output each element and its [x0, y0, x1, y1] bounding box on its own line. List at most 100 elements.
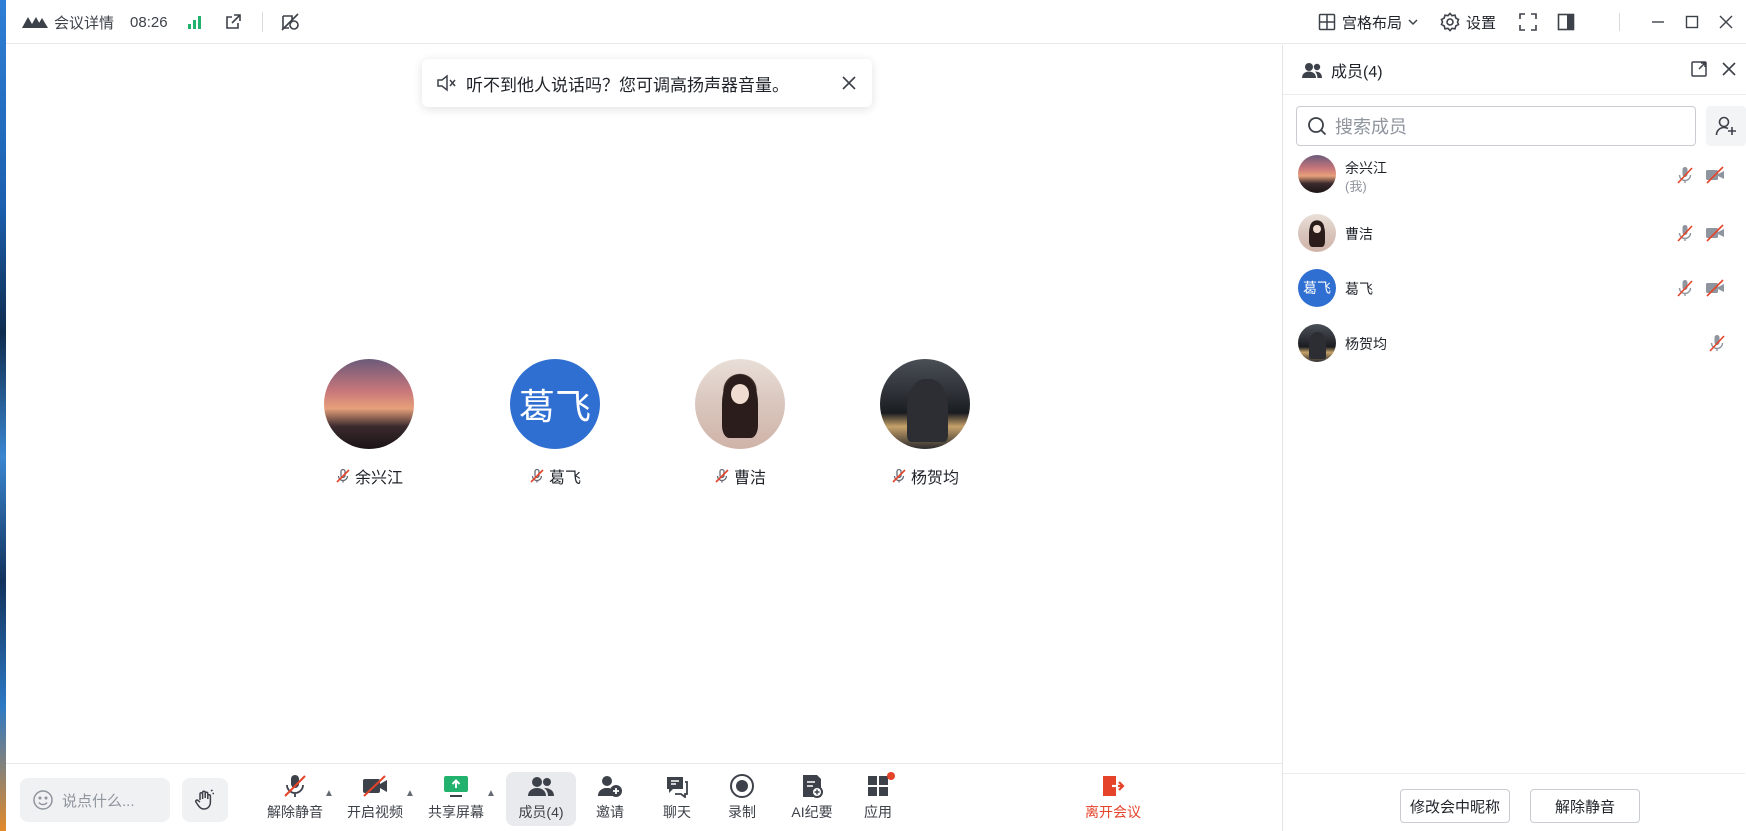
member-name: 余兴江 — [1345, 160, 1387, 176]
title-separator — [261, 12, 263, 32]
mic-muted-icon[interactable] — [1677, 279, 1693, 297]
video-options-caret[interactable]: ▲ — [405, 788, 415, 799]
raise-hand-icon — [195, 789, 214, 810]
members-icon — [528, 777, 554, 796]
panel-unmute-button[interactable]: 解除静音 — [1530, 789, 1640, 823]
participant-tile[interactable]: 杨贺均 — [855, 359, 995, 488]
meeting-toolbar: 说点什么... 解除静音 ▲ 开启视频 ▲ 共享屏幕 ▲ 成员(4) 邀请 聊天… — [6, 763, 1282, 831]
mic-muted-icon — [284, 775, 306, 797]
members-panel-title: 成员(4) — [1331, 63, 1383, 81]
chevron-down-icon — [1408, 19, 1418, 26]
participant-name: 曹洁 — [733, 470, 766, 487]
apps-label: 应用 — [864, 804, 892, 820]
member-row[interactable]: 曹洁 — [1283, 210, 1745, 265]
security-icon[interactable] — [279, 11, 301, 33]
participant-name: 葛飞 — [548, 470, 581, 487]
participant-label: 杨贺均 — [855, 464, 995, 488]
mic-muted-icon — [892, 468, 906, 483]
members-button[interactable]: 成员(4) — [506, 772, 576, 826]
title-bar-left: 会议详情 08:26 — [22, 0, 301, 44]
member-row[interactable]: 杨贺均 — [1283, 320, 1745, 375]
invite-label: 邀请 — [596, 804, 624, 820]
members-icon — [1302, 62, 1322, 78]
settings-button[interactable]: 设置 — [1440, 12, 1496, 33]
invite-button[interactable]: 邀请 — [584, 772, 636, 826]
audio-options-caret[interactable]: ▲ — [324, 788, 334, 799]
mic-muted-icon — [715, 468, 729, 483]
minimize-icon[interactable] — [1648, 12, 1668, 32]
meeting-details-link[interactable]: 会议详情 — [54, 12, 114, 33]
members-panel-footer: 修改会中昵称 解除静音 — [1283, 773, 1745, 831]
mic-muted-icon[interactable] — [1709, 334, 1725, 352]
apps-button[interactable]: 应用 — [852, 772, 904, 826]
leave-meeting-button[interactable]: 离开会议 — [1077, 772, 1149, 826]
ai-notes-button[interactable]: AI纪要 — [782, 772, 842, 826]
participant-name: 杨贺均 — [910, 470, 959, 487]
participant-label: 余兴江 — [299, 464, 439, 488]
signal-strength-icon[interactable] — [184, 11, 206, 33]
close-icon[interactable] — [840, 74, 858, 92]
share-options-caret[interactable]: ▲ — [486, 788, 496, 799]
member-search-row: 搜索成员 — [1296, 106, 1746, 146]
participant-label: 曹洁 — [670, 464, 810, 488]
gear-icon — [1440, 12, 1460, 32]
camera-off-icon[interactable] — [1705, 224, 1725, 242]
camera-off-icon[interactable] — [1705, 279, 1725, 297]
camera-off-icon — [363, 775, 387, 797]
member-row[interactable]: 余兴江 (我) — [1283, 155, 1745, 210]
speaker-muted-icon — [437, 74, 456, 92]
participant-grid: 余兴江 葛飞 葛飞 曹洁 杨贺均 — [6, 359, 1282, 489]
chat-button[interactable]: 聊天 — [651, 772, 703, 826]
title-bar-right: 宫格布局 设置 — [1318, 0, 1746, 44]
avatar: 葛飞 — [1298, 269, 1336, 307]
pin-divider — [1610, 12, 1630, 32]
layout-dropdown[interactable]: 宫格布局 — [1318, 12, 1418, 33]
avatar — [324, 359, 414, 449]
meeting-timer: 08:26 — [130, 13, 168, 31]
start-video-button[interactable]: 开启视频 — [344, 772, 406, 826]
volume-hint-toast: 听不到他人说话吗？您可调高扬声器音量。 — [422, 59, 872, 107]
add-member-button[interactable] — [1706, 106, 1746, 146]
camera-off-icon[interactable] — [1705, 166, 1725, 184]
share-screen-button[interactable]: 共享屏幕 — [425, 772, 487, 826]
avatar — [1298, 324, 1336, 362]
members-panel: 成员(4) 搜索成员 余兴江 (我) 曹洁 葛飞 葛飞 杨贺均 修改会中昵称 解… — [1282, 45, 1746, 831]
share-label: 共享屏幕 — [428, 804, 484, 820]
record-label: 录制 — [728, 804, 756, 820]
sidebar-toggle-icon[interactable] — [1556, 12, 1576, 32]
member-row[interactable]: 葛飞 葛飞 — [1283, 265, 1745, 320]
mic-muted-icon — [336, 468, 350, 483]
external-link-icon[interactable] — [222, 11, 244, 33]
apps-notification-dot — [887, 772, 895, 780]
avatar — [1298, 155, 1336, 193]
quick-chat-input[interactable]: 说点什么... — [20, 778, 170, 822]
fullscreen-icon[interactable] — [1518, 12, 1538, 32]
close-window-icon[interactable] — [1716, 12, 1736, 32]
member-list: 余兴江 (我) 曹洁 葛飞 葛飞 杨贺均 — [1283, 155, 1745, 375]
chat-label: 聊天 — [663, 804, 691, 820]
close-icon[interactable] — [1720, 60, 1738, 78]
participant-tile[interactable]: 余兴江 — [299, 359, 439, 488]
emoji-icon — [33, 790, 53, 810]
rename-button[interactable]: 修改会中昵称 — [1400, 789, 1510, 823]
popout-icon[interactable] — [1690, 60, 1708, 78]
unmute-button[interactable]: 解除静音 — [264, 772, 326, 826]
participant-tile[interactable]: 葛飞 葛飞 — [485, 359, 625, 488]
participant-tile[interactable]: 曹洁 — [670, 359, 810, 488]
share-screen-icon — [444, 776, 468, 797]
add-user-icon — [1715, 116, 1736, 136]
toast-message: 听不到他人说话吗？您可调高扬声器音量。 — [466, 75, 789, 95]
member-search-input[interactable]: 搜索成员 — [1296, 106, 1696, 146]
ai-notes-label: AI纪要 — [791, 804, 833, 820]
maximize-icon[interactable] — [1682, 12, 1702, 32]
raise-hand-button[interactable] — [182, 778, 228, 822]
mic-muted-icon[interactable] — [1677, 166, 1693, 184]
member-name: 葛飞 — [1345, 281, 1373, 297]
record-button[interactable]: 录制 — [716, 772, 768, 826]
search-placeholder: 搜索成员 — [1335, 117, 1407, 137]
members-panel-header: 成员(4) — [1283, 45, 1746, 95]
avatar — [1298, 214, 1336, 252]
mic-muted-icon[interactable] — [1677, 224, 1693, 242]
leave-icon — [1103, 776, 1125, 796]
title-bar: 会议详情 08:26 宫格布局 设置 — [6, 0, 1746, 44]
